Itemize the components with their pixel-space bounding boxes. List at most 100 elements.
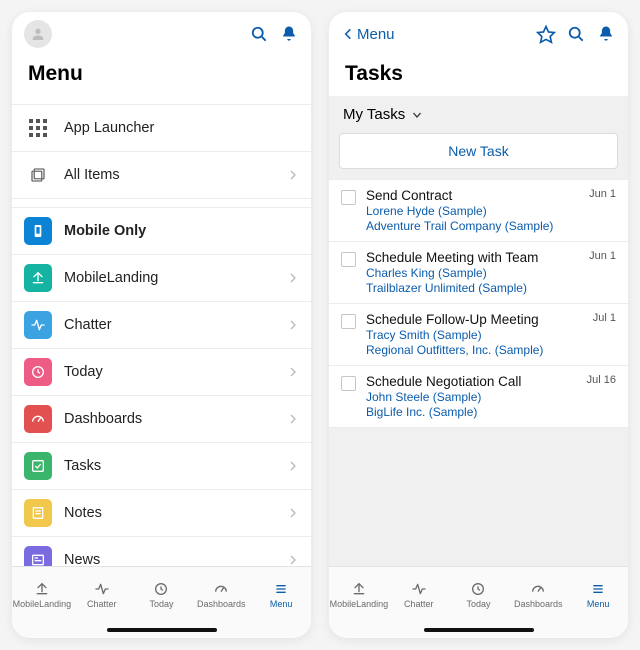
- task-contact-link[interactable]: Tracy Smith (Sample): [366, 328, 583, 342]
- task-row[interactable]: Send Contract Lorene Hyde (Sample) Adven…: [329, 179, 628, 242]
- task-account-link[interactable]: Trailblazer Unlimited (Sample): [366, 281, 579, 295]
- tab-bar: MobileLanding Chatter Today Dashboards M…: [329, 566, 628, 622]
- menu-row-dashboards[interactable]: Dashboards: [12, 396, 311, 443]
- star-icon[interactable]: [536, 24, 556, 44]
- menu-row-chatter[interactable]: Chatter: [12, 302, 311, 349]
- tab-mobilelanding[interactable]: MobileLanding: [329, 567, 389, 622]
- chevron-down-icon: [411, 109, 423, 121]
- task-contact-link[interactable]: John Steele (Sample): [366, 390, 577, 404]
- phone-icon: [24, 217, 52, 245]
- landing-icon: [24, 264, 52, 292]
- tab-label: MobileLanding: [330, 599, 389, 609]
- tab-label: MobileLanding: [13, 599, 72, 609]
- task-date: Jun 1: [589, 250, 616, 262]
- new-task-button[interactable]: New Task: [339, 133, 618, 169]
- back-button[interactable]: Menu: [341, 26, 395, 43]
- menu-row-news[interactable]: News: [12, 537, 311, 566]
- tab-today[interactable]: Today: [449, 567, 509, 622]
- page-title: Menu: [12, 56, 311, 96]
- tab-menu[interactable]: Menu: [568, 567, 628, 622]
- tab-label: Today: [149, 599, 173, 609]
- task-contact-link[interactable]: Lorene Hyde (Sample): [366, 204, 579, 218]
- chevron-left-icon: [341, 27, 355, 41]
- pulse-icon: [94, 581, 110, 597]
- task-date: Jul 16: [587, 374, 616, 386]
- task-checkbox[interactable]: [341, 376, 356, 391]
- pulse-icon: [24, 311, 52, 339]
- chevron-right-icon: [287, 554, 299, 566]
- row-label: App Launcher: [64, 120, 299, 136]
- avatar[interactable]: [24, 20, 52, 48]
- row-label: MobileLanding: [64, 270, 275, 286]
- pulse-icon: [411, 581, 427, 597]
- menu-row-notes[interactable]: Notes: [12, 490, 311, 537]
- tab-today[interactable]: Today: [132, 567, 192, 622]
- task-account-link[interactable]: BigLife Inc. (Sample): [366, 405, 577, 419]
- task-checkbox[interactable]: [341, 252, 356, 267]
- landing-icon: [34, 581, 50, 597]
- task-title: Send Contract: [366, 188, 579, 203]
- menu-row-today[interactable]: Today: [12, 349, 311, 396]
- task-body: Schedule Meeting with Team Charles King …: [366, 250, 579, 295]
- chevron-right-icon: [287, 507, 299, 519]
- tab-label: Menu: [587, 599, 610, 609]
- search-icon[interactable]: [249, 24, 269, 44]
- chevron-right-icon: [287, 272, 299, 284]
- task-row[interactable]: Schedule Meeting with Team Charles King …: [329, 242, 628, 304]
- person-icon: [30, 26, 46, 42]
- task-row[interactable]: Schedule Negotiation Call John Steele (S…: [329, 366, 628, 428]
- bell-icon[interactable]: [279, 24, 299, 44]
- gauge-icon: [213, 581, 229, 597]
- row-label: Chatter: [64, 317, 275, 333]
- menu-icon: [590, 581, 606, 597]
- row-label: Today: [64, 364, 275, 380]
- tab-label: Chatter: [87, 599, 117, 609]
- stack-icon: [24, 161, 52, 189]
- check-icon: [24, 452, 52, 480]
- row-app-launcher[interactable]: App Launcher: [12, 104, 311, 152]
- task-row[interactable]: Schedule Follow-Up Meeting Tracy Smith (…: [329, 304, 628, 366]
- tab-chatter[interactable]: Chatter: [389, 567, 449, 622]
- task-date: Jun 1: [589, 188, 616, 200]
- task-contact-link[interactable]: Charles King (Sample): [366, 266, 579, 280]
- home-indicator: [329, 622, 628, 638]
- tab-menu[interactable]: Menu: [251, 567, 311, 622]
- menu-row-tasks[interactable]: Tasks: [12, 443, 311, 490]
- task-checkbox[interactable]: [341, 190, 356, 205]
- tab-dashboards[interactable]: Dashboards: [508, 567, 568, 622]
- task-checkbox[interactable]: [341, 314, 356, 329]
- task-body: Send Contract Lorene Hyde (Sample) Adven…: [366, 188, 579, 233]
- task-account-link[interactable]: Regional Outfitters, Inc. (Sample): [366, 343, 583, 357]
- tab-chatter[interactable]: Chatter: [72, 567, 132, 622]
- tab-dashboards[interactable]: Dashboards: [191, 567, 251, 622]
- top-bar: [12, 12, 311, 56]
- task-account-link[interactable]: Adventure Trail Company (Sample): [366, 219, 579, 233]
- menu-row-mobilelanding[interactable]: MobileLanding: [12, 255, 311, 302]
- note-icon: [24, 499, 52, 527]
- gauge-icon: [24, 405, 52, 433]
- chevron-right-icon: [287, 460, 299, 472]
- search-icon[interactable]: [566, 24, 586, 44]
- task-filter[interactable]: My Tasks: [329, 96, 628, 133]
- clock-icon: [24, 358, 52, 386]
- tab-label: Menu: [270, 599, 293, 609]
- task-list: Send Contract Lorene Hyde (Sample) Adven…: [329, 179, 628, 566]
- tab-mobilelanding[interactable]: MobileLanding: [12, 567, 72, 622]
- menu-row-mobile-only[interactable]: Mobile Only: [12, 207, 311, 255]
- clock-icon: [470, 581, 486, 597]
- menu-screen: Menu App Launcher All Items Mobile Only …: [12, 12, 311, 638]
- task-date: Jul 1: [593, 312, 616, 324]
- page-title: Tasks: [329, 56, 628, 96]
- bell-icon[interactable]: [596, 24, 616, 44]
- tab-label: Dashboards: [197, 599, 246, 609]
- row-all-items[interactable]: All Items: [12, 152, 311, 199]
- row-label: Notes: [64, 505, 275, 521]
- new-task-container: New Task: [329, 133, 628, 179]
- row-label: Tasks: [64, 458, 275, 474]
- chevron-right-icon: [287, 319, 299, 331]
- back-label: Menu: [357, 26, 395, 43]
- task-title: Schedule Meeting with Team: [366, 250, 579, 265]
- row-label: All Items: [64, 167, 275, 183]
- landing-icon: [351, 581, 367, 597]
- tab-label: Dashboards: [514, 599, 563, 609]
